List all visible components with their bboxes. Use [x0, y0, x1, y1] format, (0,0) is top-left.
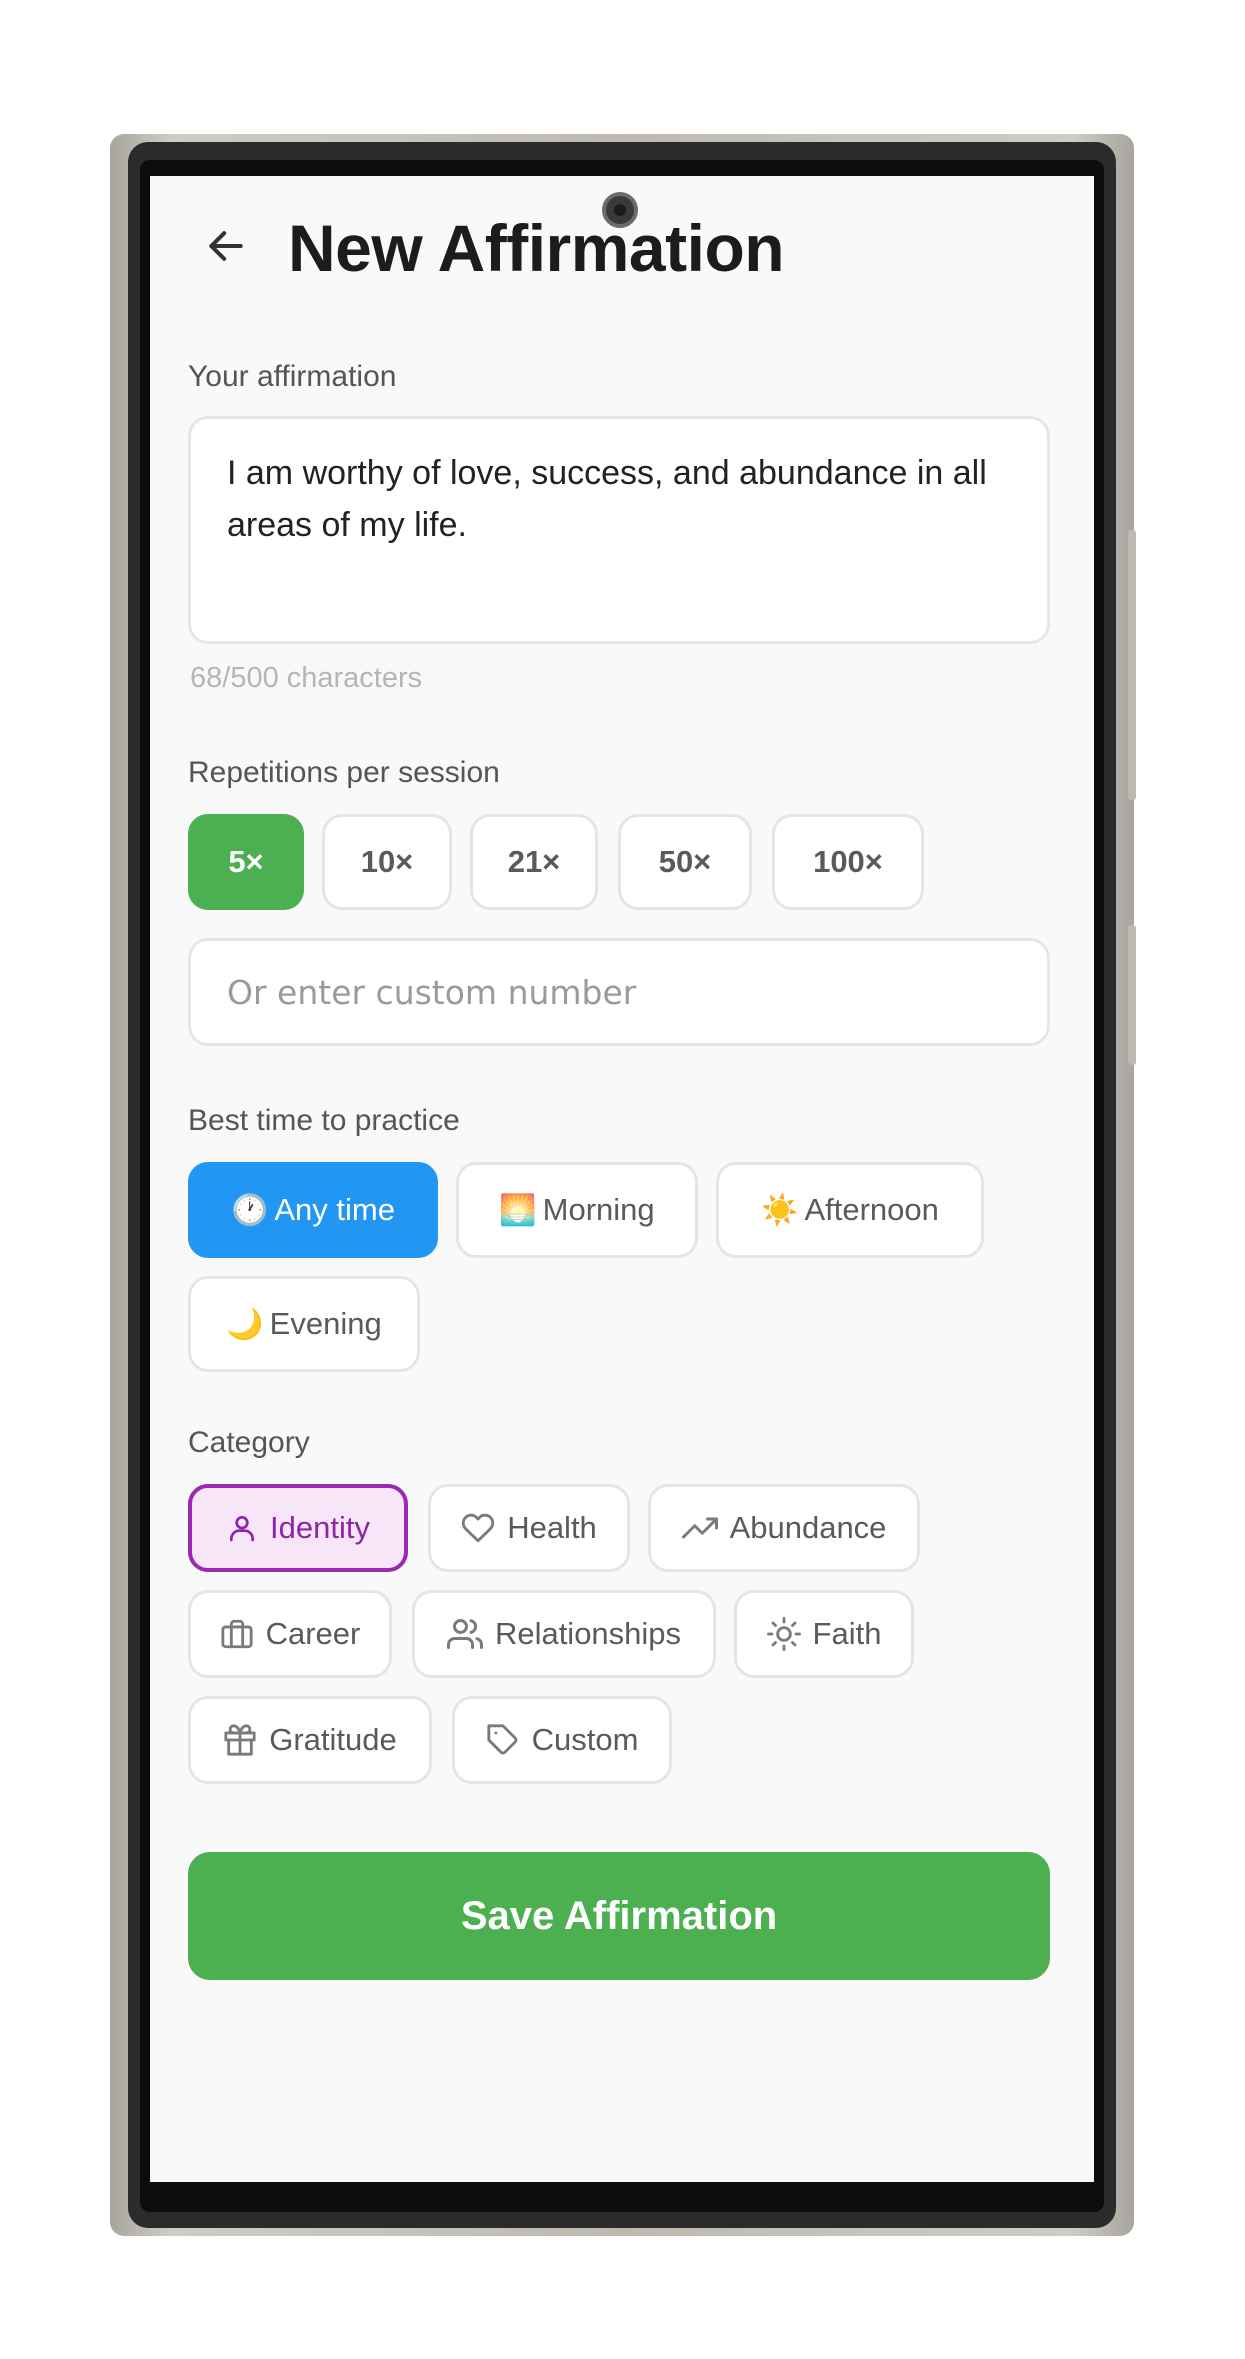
- category-option-label: Gratitude: [269, 1722, 397, 1757]
- time-option-any-time[interactable]: 🕐 Any time: [188, 1162, 438, 1258]
- phone-volume-button: [1128, 530, 1136, 800]
- affirmation-textarea[interactable]: I am worthy of love, success, and abunda…: [188, 416, 1050, 644]
- users-icon: [446, 1619, 483, 1649]
- category-option-label: Faith: [812, 1616, 882, 1651]
- time-option-label: Afternoon: [804, 1192, 939, 1227]
- category-option-label: Identity: [270, 1510, 370, 1545]
- repetition-option-100[interactable]: 100×: [772, 814, 924, 910]
- time-option-morning[interactable]: 🌅 Morning: [456, 1162, 698, 1258]
- back-button[interactable]: [200, 220, 252, 272]
- sun-icon: [766, 1617, 801, 1651]
- category-option-gratitude[interactable]: Gratitude: [188, 1696, 432, 1784]
- arrow-left-icon: [209, 231, 243, 261]
- affirmation-label: Your affirmation: [188, 360, 397, 393]
- category-option-label: Health: [507, 1510, 597, 1545]
- character-count: 68/500 characters: [190, 662, 423, 694]
- phone-power-button: [1128, 925, 1136, 1065]
- category-option-label: Career: [265, 1616, 361, 1651]
- tag-icon: [487, 1724, 517, 1755]
- gift-icon: [224, 1724, 256, 1756]
- trending-up-icon: [681, 1517, 718, 1539]
- repetition-option-21[interactable]: 21×: [470, 814, 598, 910]
- time-option-label: Any time: [274, 1192, 395, 1227]
- time-option-label: Morning: [542, 1192, 655, 1227]
- category-option-label: Custom: [531, 1722, 639, 1757]
- category-option-career[interactable]: Career: [188, 1590, 392, 1678]
- repetition-option-5[interactable]: 5×: [188, 814, 304, 910]
- heart-icon: [462, 1513, 495, 1543]
- category-option-identity[interactable]: Identity: [188, 1484, 408, 1572]
- clock-icon: 🕐: [231, 1193, 269, 1227]
- time-option-afternoon[interactable]: ☀️ Afternoon: [716, 1162, 984, 1258]
- repetition-option-50[interactable]: 50×: [618, 814, 752, 910]
- briefcase-icon: [221, 1619, 253, 1649]
- user-icon: [230, 1516, 255, 1542]
- category-label: Category: [188, 1426, 310, 1459]
- page-title: New Affirmation: [288, 211, 785, 285]
- repetitions-label: Repetitions per session: [188, 756, 500, 789]
- category-option-label: Abundance: [729, 1510, 887, 1545]
- category-option-custom[interactable]: Custom: [452, 1696, 672, 1784]
- time-option-label: Evening: [269, 1306, 382, 1341]
- custom-repetitions-input[interactable]: [188, 938, 1050, 1046]
- repetition-option-10[interactable]: 10×: [322, 814, 452, 910]
- save-affirmation-button[interactable]: Save Affirmation: [188, 1852, 1050, 1980]
- sun-icon: ☀️: [761, 1193, 799, 1227]
- front-camera: [602, 192, 638, 228]
- category-option-label: Relationships: [494, 1616, 682, 1651]
- category-option-faith[interactable]: Faith: [734, 1590, 914, 1678]
- time-option-evening[interactable]: 🌙 Evening: [188, 1276, 420, 1372]
- sunrise-icon: 🌅: [499, 1193, 537, 1227]
- moon-icon: 🌙: [226, 1307, 264, 1341]
- category-option-abundance[interactable]: Abundance: [648, 1484, 920, 1572]
- category-option-health[interactable]: Health: [428, 1484, 630, 1572]
- category-option-relationships[interactable]: Relationships: [412, 1590, 716, 1678]
- app-screen: New Affirmation Your affirmation I am wo…: [150, 176, 1094, 2182]
- time-label: Best time to practice: [188, 1104, 460, 1137]
